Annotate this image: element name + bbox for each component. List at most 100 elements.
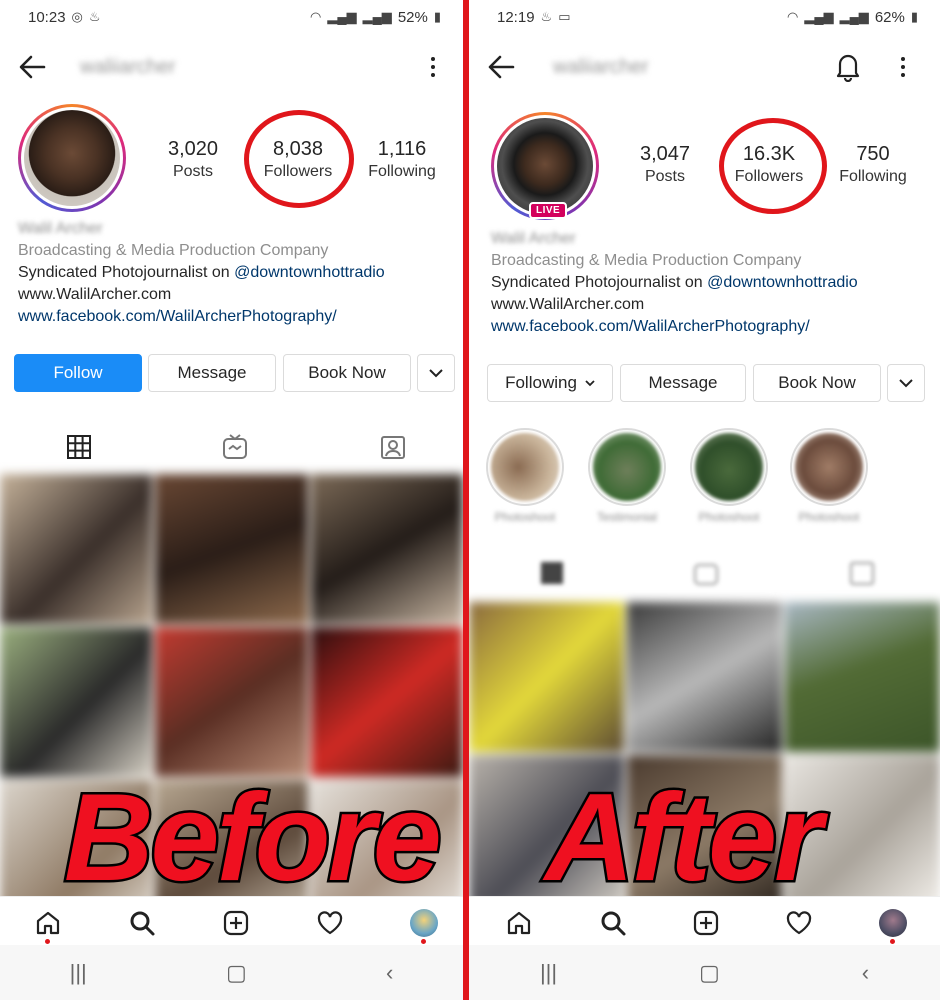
post-thumbnail[interactable] [0, 474, 153, 624]
post-thumbnail[interactable] [627, 602, 782, 752]
grid-icon[interactable] [537, 558, 567, 588]
stat-posts[interactable]: 3,047 Posts [615, 143, 715, 186]
post-thumbnail[interactable] [0, 627, 153, 777]
more-options-icon[interactable] [898, 54, 908, 80]
post-thumbnail[interactable] [155, 474, 308, 624]
activity-heart-icon[interactable] [316, 909, 344, 937]
battery-icon: ▮ [910, 9, 918, 24]
tagged-icon[interactable] [378, 432, 408, 462]
live-badge[interactable]: LIVE [529, 202, 568, 219]
suggestions-dropdown-button[interactable] [417, 354, 455, 392]
new-post-icon[interactable] [222, 909, 250, 937]
home-icon[interactable] [34, 909, 62, 937]
highlight-label: Photoshoot [494, 510, 556, 524]
bell-icon[interactable] [833, 50, 863, 82]
system-back-icon[interactable]: ‹ [862, 960, 869, 986]
content-tabs [0, 428, 463, 468]
post-thumbnail[interactable] [310, 627, 463, 777]
profile-notification-dot [421, 939, 426, 944]
stat-following[interactable]: 750 Following [823, 143, 923, 186]
facebook-link[interactable]: www.facebook.com/WalilArcherPhotography/ [18, 306, 458, 328]
more-options-icon[interactable] [428, 54, 438, 80]
system-navigation: ||| ▢ ‹ [0, 945, 463, 1000]
highlight-item[interactable]: Photoshoot [689, 428, 769, 524]
followers-annotation-circle [719, 118, 827, 214]
search-icon[interactable] [599, 909, 627, 937]
post-thumbnail[interactable] [155, 627, 308, 777]
battery-percent: 62% [874, 8, 905, 26]
back-arrow-icon[interactable] [18, 54, 46, 80]
wifi-icon: ◠ [310, 9, 322, 24]
avatar-photo [497, 118, 593, 214]
highlight-item[interactable]: Photoshoot [789, 428, 869, 524]
profile-bio: Walil Archer Broadcasting & Media Produc… [18, 218, 458, 328]
book-now-button[interactable]: Book Now [753, 364, 881, 402]
display-name: Walil Archer [491, 230, 576, 247]
message-button[interactable]: Message [148, 354, 276, 392]
battery-percent: 52% [397, 8, 428, 26]
after-screenshot: 12:19 ♨ ▭ ◠ ▂▄▆ ▂▄▆ 62% ▮ waliiarcher LI… [469, 0, 940, 1000]
highlight-label: Photoshoot [698, 510, 760, 524]
message-button[interactable]: Message [620, 364, 746, 402]
followers-annotation-circle [244, 110, 354, 208]
highlight-label: Testimonial [596, 510, 658, 524]
profile-avatar[interactable] [18, 104, 126, 212]
profile-notification-dot [890, 939, 895, 944]
stat-following[interactable]: 1,116 Following [352, 138, 452, 181]
back-arrow-icon[interactable] [487, 54, 515, 80]
igtv-icon[interactable] [691, 558, 721, 588]
status-bar: 10:23 ◎ ♨ ◠ ▂▄▆ ▂▄▆ 52% ▮ [0, 0, 463, 34]
tagged-icon[interactable] [847, 558, 877, 588]
new-post-icon[interactable] [692, 909, 720, 937]
category-label: Broadcasting & Media Production Company [491, 252, 802, 269]
following-count: 750 [856, 143, 890, 165]
highlight-item[interactable]: Photoshoot [485, 428, 565, 524]
chevron-down-icon [585, 379, 595, 386]
profile-navbar: waliiarcher [469, 46, 940, 90]
following-button[interactable]: Following [487, 364, 613, 402]
system-navigation: ||| ▢ ‹ [469, 945, 940, 1000]
recent-apps-icon[interactable]: ||| [540, 960, 557, 986]
activity-heart-icon[interactable] [785, 909, 813, 937]
wifi-icon: ◠ [787, 9, 799, 24]
mention-link[interactable]: @downtownhottradio [234, 264, 385, 281]
before-screenshot: 10:23 ◎ ♨ ◠ ▂▄▆ ▂▄▆ 52% ▮ waliiarcher 3,… [0, 0, 463, 1000]
display-name: Walil Archer [18, 220, 103, 237]
follow-button[interactable]: Follow [14, 354, 142, 392]
post-thumbnail[interactable] [469, 602, 624, 752]
profile-navbar: waliiarcher [0, 46, 463, 90]
post-thumbnail[interactable] [310, 474, 463, 624]
posts-count: 3,047 [639, 143, 691, 165]
post-thumbnail[interactable] [785, 602, 940, 752]
chevron-down-icon [429, 369, 443, 378]
signal-icon-2: ▂▄▆ [362, 9, 392, 24]
home-button-icon[interactable]: ▢ [226, 960, 247, 986]
following-label: Following [368, 163, 436, 180]
mention-link[interactable]: @downtownhottradio [707, 274, 858, 291]
following-count: 1,116 [377, 138, 427, 160]
home-icon[interactable] [505, 909, 533, 937]
home-button-icon[interactable]: ▢ [699, 960, 720, 986]
book-now-button[interactable]: Book Now [283, 354, 411, 392]
avatar-photo [24, 110, 120, 206]
signal-icon: ▂▄▆ [327, 9, 357, 24]
after-caption: After [542, 769, 824, 907]
story-highlights: Photoshoot Testimonial Photoshoot Photos… [469, 428, 940, 528]
highlight-item[interactable]: Testimonial [587, 428, 667, 524]
status-bar: 12:19 ♨ ▭ ◠ ▂▄▆ ▂▄▆ 62% ▮ [469, 0, 940, 34]
posts-label: Posts [172, 163, 213, 180]
category-label: Broadcasting & Media Production Company [18, 242, 329, 259]
grid-icon[interactable] [64, 432, 94, 462]
profile-bio: Walil Archer Broadcasting & Media Produc… [491, 228, 931, 338]
stat-posts[interactable]: 3,020 Posts [143, 138, 243, 181]
profile-tab-avatar[interactable] [879, 909, 907, 937]
bio-text: Syndicated Photojournalist on [18, 264, 235, 281]
igtv-icon[interactable] [220, 432, 250, 462]
system-back-icon[interactable]: ‹ [386, 960, 393, 986]
recent-apps-icon[interactable]: ||| [70, 960, 87, 986]
search-icon[interactable] [128, 909, 156, 937]
profile-actions: Follow Message Book Now [0, 354, 463, 392]
facebook-link[interactable]: www.facebook.com/WalilArcherPhotography/ [491, 316, 931, 338]
profile-tab-avatar[interactable] [410, 909, 438, 937]
suggestions-dropdown-button[interactable] [887, 364, 925, 402]
